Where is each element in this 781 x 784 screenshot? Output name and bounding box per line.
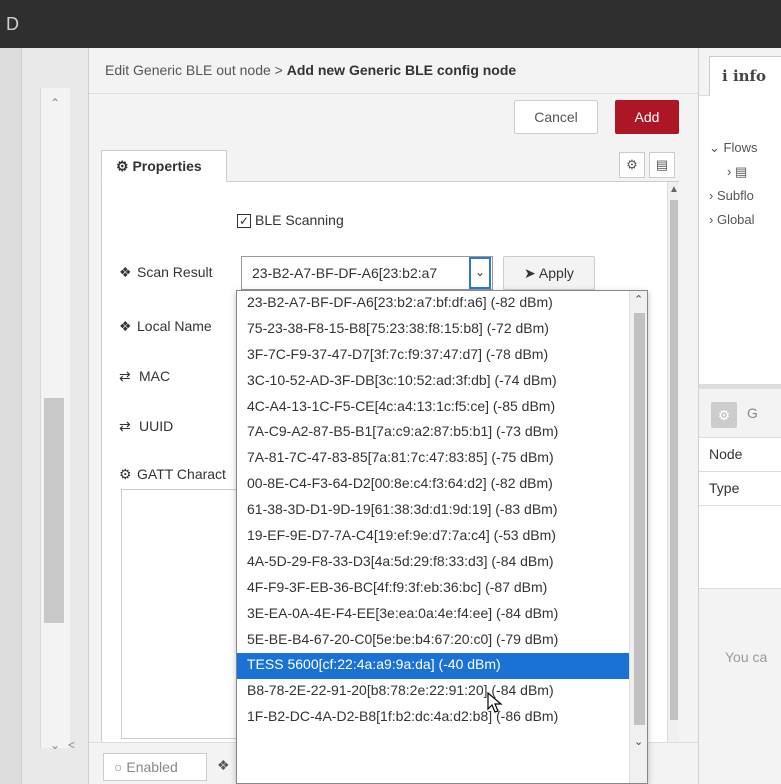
sidebar-tabs: i info <box>699 48 781 96</box>
enabled-toggle[interactable]: ○ Enabled <box>103 753 207 781</box>
breadcrumb-prefix: Edit Generic BLE out node > <box>105 62 287 78</box>
dropdown-option[interactable]: 4C-A4-13-1C-F5-CE[4c:a4:13:1c:f5:ce] (-8… <box>237 395 629 421</box>
top-header-bar: D <box>0 0 781 48</box>
dropdown-option[interactable]: TESS 5600[cf:22:4a:a9:9a:da] (-40 dBm) <box>237 653 629 680</box>
dropdown-option[interactable]: 61-38-3D-D1-9D-19[61:38:3d:d1:9d:19] (-8… <box>237 498 629 524</box>
cancel-button[interactable]: Cancel <box>514 100 598 134</box>
shuffle-icon: ⇄ <box>119 418 131 434</box>
shuffle-icon: ⇄ <box>119 368 131 384</box>
dropdown-scroll-thumb[interactable] <box>634 313 645 725</box>
scan-result-label: Scan Result <box>137 264 213 280</box>
mouse-cursor-icon <box>487 692 503 713</box>
dropdown-option[interactable]: 7A-C9-A2-87-B5-B1[7a:c9:a2:87:b5:b1] (-7… <box>237 420 629 446</box>
tray-breadcrumb: Edit Generic BLE out node > Add new Gene… <box>89 48 698 94</box>
dropdown-option[interactable]: 5E-BE-B4-67-20-C0[5e:be:b4:67:20:c0] (-7… <box>237 628 629 654</box>
dropdown-option[interactable]: 00-8E-C4-F3-64-D2[00:8e:c4:f3:64:d2] (-8… <box>237 472 629 498</box>
add-button[interactable]: Add <box>615 100 679 134</box>
chevron-left-icon[interactable]: < <box>68 738 75 752</box>
form-scroll-thumb[interactable] <box>670 200 678 720</box>
gear-icon: ⚙ <box>119 466 132 482</box>
palette-strip <box>0 48 22 784</box>
uuid-label: UUID <box>139 418 174 434</box>
dropdown-option[interactable]: B8-78-2E-22-91-20[b8:78:2e:22:91:20] (-8… <box>237 679 629 705</box>
dropdown-option[interactable]: 3C-10-52-AD-3F-DB[3c:10:52:ad:3f:db] (-7… <box>237 369 629 395</box>
row-type: Type <box>699 472 781 506</box>
gatt-label: GATT Charact <box>137 466 226 482</box>
breadcrumb-title: Add new Generic BLE config node <box>286 62 517 78</box>
scan-result-dropdown[interactable]: 23-B2-A7-BF-DF-A6[23:b2:a7:bf:df:a6] (-8… <box>236 290 648 784</box>
empty-hint-text: You ca <box>725 649 768 665</box>
enabled-label: Enabled <box>126 759 178 775</box>
tree-item-subflows[interactable]: › Subflo <box>709 188 757 212</box>
flow-icon: ▤ <box>734 164 748 179</box>
arrow-circle-icon: ➤ <box>524 265 536 281</box>
tag-icon: ❖ <box>119 264 132 280</box>
circle-icon: ○ <box>114 759 123 775</box>
mac-label: MAC <box>139 368 171 384</box>
info-icon[interactable]: ❖ <box>217 757 230 774</box>
gatt-characteristics-box[interactable] <box>121 489 251 739</box>
chevron-up-icon[interactable]: ⌃ <box>50 96 60 110</box>
tab-properties-label: Properties <box>132 158 202 174</box>
tree-item-global[interactable]: › Global <box>709 212 757 236</box>
apply-button[interactable]: ➤ Apply <box>503 256 595 290</box>
dropdown-option[interactable]: 4A-5D-29-F8-33-D3[4a:5d:29:f8:33:d3] (-8… <box>237 550 629 576</box>
ble-scanning-checkbox[interactable]: ✓ <box>237 214 251 228</box>
description-doc-icon[interactable]: ▤ <box>649 152 675 178</box>
workspace-left: ⌃ ⌄ < <box>0 48 88 784</box>
select-dropdown-icon[interactable]: ⌄ <box>469 257 491 289</box>
chevron-right-icon: › <box>727 164 735 179</box>
scroll-up-icon[interactable]: ▲ <box>669 184 679 195</box>
scroll-down-icon[interactable]: ⌄ <box>634 735 643 748</box>
header-corner-text: D <box>6 14 19 34</box>
apply-label: Apply <box>538 265 574 281</box>
chevron-right-icon: › <box>709 212 717 227</box>
dropdown-options: 23-B2-A7-BF-DF-A6[23:b2:a7:bf:df:a6] (-8… <box>237 291 629 783</box>
dropdown-option[interactable]: 19-EF-9E-D7-7A-C4[19:ef:9e:d7:7a:c4] (-5… <box>237 524 629 550</box>
dropdown-option[interactable]: 23-B2-A7-BF-DF-A6[23:b2:a7:bf:df:a6] (-8… <box>237 291 629 317</box>
dropdown-option[interactable]: 75-23-38-F8-15-B8[75:23:38:f8:15:b8] (-7… <box>237 317 629 343</box>
info-sidebar: i info ⌄ Flows › ▤ › Subflo › Global ⚙ G… <box>698 48 781 784</box>
sidebar-empty-area: You ca <box>699 588 781 784</box>
dropdown-scrollbar[interactable]: ⌃ ⌄ <box>629 291 647 783</box>
tree-item-flows[interactable]: ⌄ Flows <box>709 140 757 164</box>
tab-info[interactable]: i info <box>709 56 781 96</box>
local-name-label: Local Name <box>137 318 212 334</box>
node-section-label: G <box>747 405 758 421</box>
dropdown-option[interactable]: 4F-F9-3F-EB-36-BC[4f:f9:3f:eb:36:bc] (-8… <box>237 576 629 602</box>
info-icon: i <box>722 67 728 85</box>
gear-icon: ⚙ <box>116 158 129 174</box>
settings-gear-icon[interactable]: ⚙ <box>619 152 645 178</box>
palette-scrollbar[interactable] <box>44 398 64 623</box>
sidebar-node-header: ⚙ G <box>699 388 781 438</box>
tab-info-label: info <box>732 67 766 85</box>
scroll-up-icon[interactable]: ⌃ <box>634 293 643 306</box>
row-node: Node <box>699 438 781 472</box>
scan-result-select[interactable]: 23-B2-A7-BF-DF-A6[23:b2:a7 <box>241 256 493 290</box>
chevron-down-icon: ⌄ <box>709 140 724 155</box>
tree-item-flow-tab[interactable]: › ▤ <box>709 164 757 188</box>
dropdown-option[interactable]: 3F-7C-F9-37-47-D7[3f:7c:f9:37:47:d7] (-7… <box>237 343 629 369</box>
tab-properties[interactable]: ⚙ Properties <box>101 150 227 182</box>
form-scrollbar[interactable]: ▲ <box>667 182 679 742</box>
chevron-down-icon[interactable]: ⌄ <box>50 738 60 752</box>
ble-scanning-label: BLE Scanning <box>255 212 344 228</box>
tag-icon: ❖ <box>119 318 132 334</box>
gear-icon[interactable]: ⚙ <box>711 402 737 428</box>
dropdown-option[interactable]: 1F-B2-DC-4A-D2-B8[1f:b2:dc:4a:d2:b8] (-8… <box>237 705 629 731</box>
dropdown-option[interactable]: 7A-81-7C-47-83-85[7a:81:7c:47:83:85] (-7… <box>237 446 629 472</box>
sidebar-tree: ⌄ Flows › ▤ › Subflo › Global <box>709 140 757 236</box>
tray-tabs: ⚙ Properties ⚙ ▤ <box>101 150 679 182</box>
dropdown-option[interactable]: 3E-EA-0A-4E-F4-EE[3e:ea:0a:4e:f4:ee] (-8… <box>237 602 629 628</box>
chevron-right-icon: › <box>709 188 717 203</box>
